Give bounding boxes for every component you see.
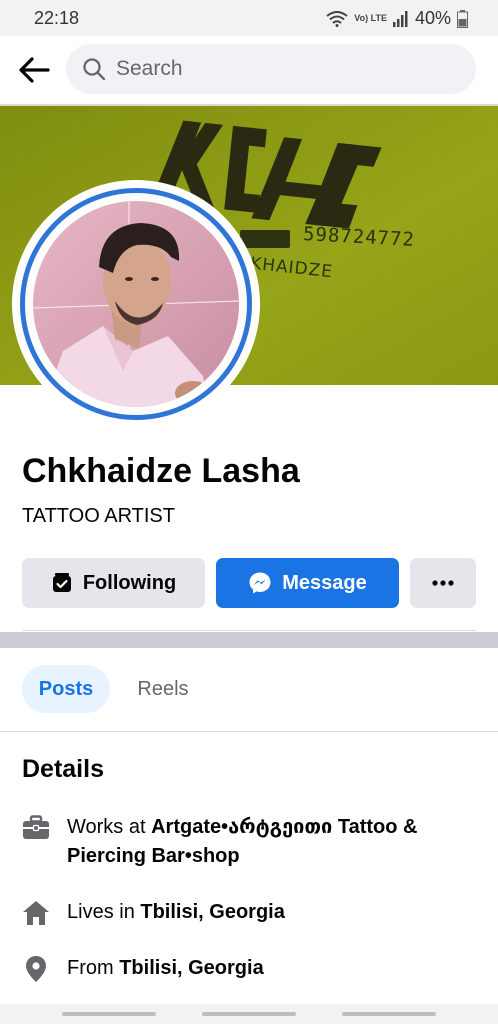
- profile-name: Chkhaidze Lasha: [22, 452, 300, 490]
- nav-back[interactable]: [342, 1012, 436, 1016]
- detail-lives-text: Lives in Tbilisi, Georgia: [67, 898, 467, 927]
- detail-work: Works at Artgate•არტგეითი Tattoo & Pierc…: [22, 813, 467, 871]
- profile-picture[interactable]: [12, 180, 260, 428]
- location-pin-icon: [22, 955, 50, 983]
- section-separator: [0, 632, 498, 648]
- tab-posts[interactable]: Posts: [22, 665, 110, 713]
- top-bar: [0, 36, 498, 104]
- details-heading: Details: [22, 755, 104, 783]
- nav-home[interactable]: [202, 1012, 296, 1016]
- detail-work-text: Works at Artgate•არტგეითი Tattoo & Pierc…: [67, 813, 467, 871]
- status-bar: 22:18 Vo) LTE 40%: [0, 0, 498, 36]
- status-time: 22:18: [34, 8, 80, 28]
- tab-reels[interactable]: Reels: [118, 665, 208, 713]
- hometown-link[interactable]: Tbilisi, Georgia: [119, 957, 263, 979]
- detail-lives: Lives in Tbilisi, Georgia: [22, 898, 467, 927]
- briefcase-icon: [22, 814, 50, 842]
- status-icons: Vo) LTE 40%: [326, 8, 468, 29]
- signal-icon: [392, 10, 408, 27]
- detail-work-prefix: Works at: [67, 816, 152, 838]
- avatar-portrait: [33, 201, 239, 407]
- search-bar[interactable]: [66, 44, 476, 94]
- battery-percent: 40%: [414, 8, 451, 28]
- following-icon: [52, 573, 71, 592]
- following-button[interactable]: Following: [22, 558, 205, 608]
- arrow-left-icon: [19, 57, 50, 83]
- avatar: [33, 201, 239, 407]
- nav-recent-apps[interactable]: [62, 1012, 156, 1016]
- messenger-icon: [249, 572, 271, 594]
- search-icon: [82, 56, 108, 82]
- detail-lives-prefix: Lives in: [67, 901, 141, 923]
- more-options-button[interactable]: [410, 558, 476, 608]
- tabs-divider: [0, 731, 498, 732]
- wifi-icon: [326, 10, 348, 27]
- cover-small-logo: [240, 230, 290, 248]
- volte-icon: Vo) LTE: [354, 13, 387, 23]
- more-dots-icon: [432, 580, 454, 586]
- search-input[interactable]: [116, 57, 446, 81]
- detail-from-prefix: From: [67, 957, 120, 979]
- message-label: Message: [282, 571, 367, 594]
- home-icon: [22, 899, 50, 927]
- detail-from: From Tbilisi, Georgia: [22, 954, 467, 983]
- battery-icon: [457, 9, 468, 28]
- system-nav-bar: [0, 1004, 498, 1024]
- current-city-link[interactable]: Tbilisi, Georgia: [140, 901, 284, 923]
- divider: [22, 630, 476, 631]
- avatar-border: [20, 188, 252, 420]
- back-button[interactable]: [14, 50, 54, 90]
- profile-bio: TATTOO ARTIST: [22, 505, 175, 527]
- detail-from-text: From Tbilisi, Georgia: [67, 954, 467, 983]
- following-label: Following: [82, 571, 177, 594]
- message-button[interactable]: Message: [216, 558, 399, 608]
